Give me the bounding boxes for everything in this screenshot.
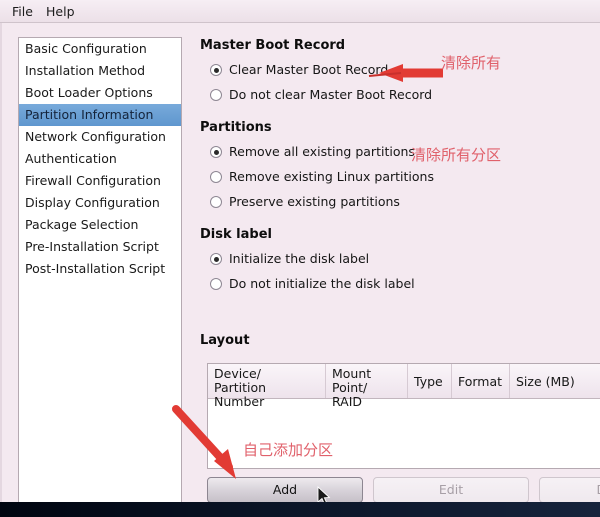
radio-label: Do not initialize the disk label: [229, 276, 415, 291]
sidebar-item-post-installation-script[interactable]: Post-Installation Script: [19, 258, 181, 280]
partition-information-panel: Master Boot Record Clear Master Boot Rec…: [196, 37, 600, 502]
radio-mark-empty-icon: [210, 171, 222, 183]
kickstart-configurator-window: File Help Basic Configuration Installati…: [0, 0, 600, 502]
heading-master-boot-record: Master Boot Record: [200, 38, 346, 53]
sidebar-item-pre-installation-script[interactable]: Pre-Installation Script: [19, 236, 181, 258]
radio-label: Do not clear Master Boot Record: [229, 87, 433, 102]
radio-do-not-clear-master-boot-record[interactable]: Do not clear Master Boot Record: [210, 87, 432, 105]
heading-disk-label: Disk label: [200, 227, 272, 242]
radio-mark-checked-icon: [210, 253, 222, 265]
add-partition-button[interactable]: Add: [207, 477, 363, 502]
sidebar-item-display-configuration[interactable]: Display Configuration: [19, 192, 181, 214]
radio-label: Clear Master Boot Record: [229, 62, 389, 77]
radio-mark-empty-icon: [210, 196, 222, 208]
radio-label: Remove all existing partitions: [229, 144, 415, 159]
menu-bar: File Help: [0, 0, 600, 23]
radio-clear-master-boot-record[interactable]: Clear Master Boot Record: [210, 62, 388, 80]
table-header-row: Device/ Partition Number Mount Point/ RA…: [208, 364, 600, 409]
sidebar-item-authentication[interactable]: Authentication: [19, 148, 181, 170]
radio-mark-empty-icon: [210, 278, 222, 290]
menu-help[interactable]: Help: [40, 3, 81, 20]
menu-file[interactable]: File: [6, 3, 39, 20]
radio-do-not-initialize-the-disk-label[interactable]: Do not initialize the disk label: [210, 276, 415, 294]
radio-label: Preserve existing partitions: [229, 194, 400, 209]
radio-mark-empty-icon: [210, 89, 222, 101]
left-edge-divider: [0, 23, 2, 502]
sidebar-item-network-configuration[interactable]: Network Configuration: [19, 126, 181, 148]
column-header-device-partition-number[interactable]: Device/ Partition Number: [208, 364, 326, 409]
column-header-type[interactable]: Type: [408, 364, 452, 398]
delete-partition-button[interactable]: Delete: [539, 477, 600, 502]
sidebar-item-boot-loader-options[interactable]: Boot Loader Options: [19, 82, 181, 104]
radio-initialize-the-disk-label[interactable]: Initialize the disk label: [210, 251, 369, 269]
radio-remove-all-existing-partitions[interactable]: Remove all existing partitions: [210, 144, 415, 162]
heading-partitions: Partitions: [200, 120, 272, 135]
table-body-empty[interactable]: [208, 399, 600, 468]
radio-mark-checked-icon: [210, 146, 222, 158]
radio-remove-existing-linux-partitions[interactable]: Remove existing Linux partitions: [210, 169, 434, 187]
radio-preserve-existing-partitions[interactable]: Preserve existing partitions: [210, 194, 400, 212]
column-header-mount-point-raid[interactable]: Mount Point/ RAID: [326, 364, 408, 409]
window-body: Basic Configuration Installation Method …: [0, 23, 600, 502]
radio-label: Initialize the disk label: [229, 251, 370, 266]
edit-partition-button[interactable]: Edit: [373, 477, 529, 502]
heading-layout: Layout: [200, 333, 250, 348]
sidebar-item-partition-information[interactable]: Partition Information: [19, 104, 181, 126]
column-header-size-mb[interactable]: Size (MB): [510, 364, 600, 398]
radio-mark-checked-icon: [210, 64, 222, 76]
sidebar-item-basic-configuration[interactable]: Basic Configuration: [19, 38, 181, 60]
partition-layout-table[interactable]: Device/ Partition Number Mount Point/ RA…: [207, 363, 600, 469]
sidebar-item-installation-method[interactable]: Installation Method: [19, 60, 181, 82]
radio-label: Remove existing Linux partitions: [229, 169, 434, 184]
desktop-background-strip: [0, 502, 600, 517]
configuration-sections-list[interactable]: Basic Configuration Installation Method …: [18, 37, 182, 502]
sidebar-item-package-selection[interactable]: Package Selection: [19, 214, 181, 236]
sidebar-item-firewall-configuration[interactable]: Firewall Configuration: [19, 170, 181, 192]
column-header-format[interactable]: Format: [452, 364, 510, 398]
